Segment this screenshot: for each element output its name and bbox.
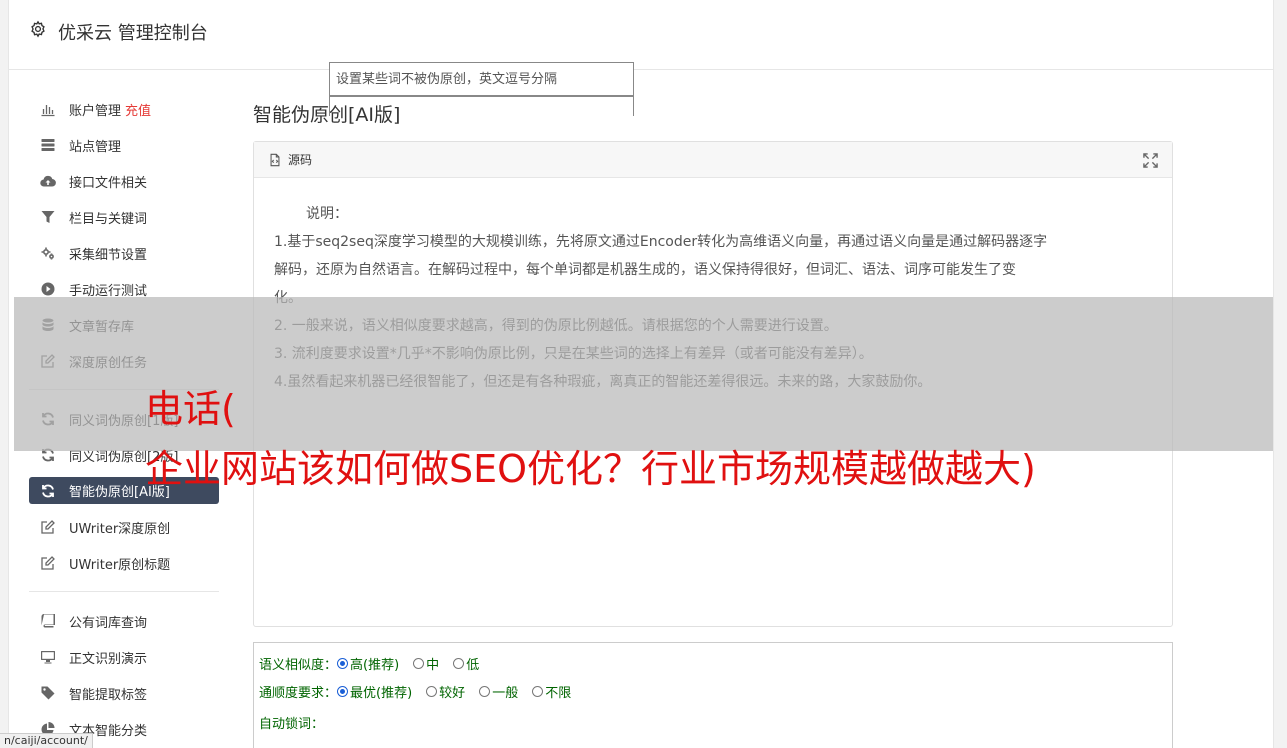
filter-icon: [39, 209, 57, 225]
sidebar-item-label: 同义词伪原创[1版]: [69, 413, 179, 429]
fullscreen-icon[interactable]: [1143, 153, 1158, 168]
sidebar-item-7[interactable]: 深度原创任务: [29, 343, 219, 379]
panel-label: 源码: [288, 153, 313, 167]
sidebar-item-label: UWriter原创标题: [69, 557, 171, 573]
sidebar-item-6[interactable]: 文章暂存库: [29, 307, 219, 343]
fluency-option-any[interactable]: 不限: [532, 682, 571, 701]
refresh-icon: [39, 411, 57, 427]
lock-words-input[interactable]: [329, 62, 634, 96]
sidebar-item-5[interactable]: 手动运行测试: [29, 271, 219, 307]
description-line: 1.基于seq2seq深度学习模型的大规模训练，先将原文通过Encoder转化为…: [274, 234, 1048, 250]
bar-chart-icon: [39, 101, 57, 117]
similarity-option-low[interactable]: 低: [453, 654, 479, 673]
lock-label: 自动锁词：: [259, 717, 325, 732]
similarity-option-high[interactable]: 高(推荐): [337, 654, 399, 673]
sidebar-item-12[interactable]: UWriter原创标题: [29, 545, 219, 581]
source-panel: 源码 说明： 1.基于seq2seq深度学习模型的大规模训练，先将原文通过Enc…: [253, 141, 1173, 627]
panel-header: 源码: [254, 142, 1172, 178]
description-heading: 说明：: [306, 206, 348, 222]
tag-icon: [39, 685, 57, 701]
sidebar-item-14[interactable]: 正文识别演示: [29, 639, 219, 675]
fluency-option-best[interactable]: 最优(推荐): [337, 682, 412, 701]
description-text[interactable]: 说明： 1.基于seq2seq深度学习模型的大规模训练，先将原文通过Encode…: [254, 178, 1172, 396]
edit-icon: [39, 555, 57, 571]
edit-icon: [39, 353, 57, 369]
description-line: 2. 一般来说，语义相似度要求越高，得到的伪原比例越低。请根据您的个人需要进行设…: [274, 318, 838, 334]
sidebar-item-8[interactable]: 同义词伪原创[1版]: [29, 401, 219, 437]
sidebar-item-2[interactable]: 接口文件相关: [29, 163, 219, 199]
book-icon: [39, 613, 57, 629]
database-icon: [39, 317, 57, 333]
top-bar: 优采云 管理控制台: [9, 0, 1273, 70]
sidebar-divider: [29, 591, 219, 592]
refresh-icon: [39, 483, 57, 499]
sidebar-item-label: 文章暂存库: [69, 319, 135, 335]
fluency-label: 通顺度要求：: [259, 686, 338, 701]
sidebar-item-10[interactable]: 智能伪原创[AI版]: [29, 477, 219, 504]
server-icon: [39, 137, 57, 153]
radio[interactable]: [453, 658, 465, 669]
radio[interactable]: [532, 686, 544, 697]
radio[interactable]: [413, 658, 425, 669]
file-code-icon: [270, 153, 280, 166]
radio-selected[interactable]: [337, 686, 349, 697]
radio-selected[interactable]: [337, 658, 349, 669]
sidebar-item-0[interactable]: 账户管理 充值: [29, 91, 219, 127]
sidebar-item-11[interactable]: UWriter深度原创: [29, 509, 219, 545]
settings-form: 语义相似度： 高(推荐) 中 低 通顺度要求： 最优(推荐) 较好 一般 不限 …: [253, 642, 1173, 748]
refresh-icon: [39, 447, 57, 463]
sidebar: 账户管理 充值站点管理接口文件相关 栏目与关键词 采集细节设置 手动运行测试 文章暂存库深…: [29, 91, 219, 747]
cogs-icon: [39, 245, 57, 261]
description-line: 化。: [274, 290, 302, 306]
sidebar-item-label: 站点管理: [69, 139, 122, 155]
sidebar-divider: [29, 389, 219, 390]
sidebar-item-label: 采集细节设置: [69, 247, 148, 263]
sidebar-item-label: 正文识别演示: [69, 651, 148, 667]
fluency-row: 通顺度要求： 最优(推荐) 较好 一般 不限: [259, 682, 585, 701]
lock-row: 自动锁词：: [259, 713, 324, 732]
radio[interactable]: [479, 686, 491, 697]
similarity-option-medium[interactable]: 中: [413, 654, 439, 673]
edit-icon: [39, 519, 57, 535]
sidebar-item-label: 深度原创任务: [69, 355, 148, 371]
play-circle-icon: [39, 281, 57, 297]
sidebar-item-3[interactable]: 栏目与关键词: [29, 199, 219, 235]
sidebar-item-label: 接口文件相关: [69, 175, 148, 191]
sidebar-item-15[interactable]: 智能提取标签: [29, 675, 219, 711]
sidebar-item-label: 公有词库查询: [69, 615, 148, 631]
similarity-row: 语义相似度： 高(推荐) 中 低: [259, 654, 493, 673]
app-title: 优采云 管理控制台: [58, 23, 208, 44]
description-line: 解码，还原为自然语言。在解码过程中，每个单词都是机器生成的，语义保持得很好，但词…: [274, 262, 1016, 278]
fluency-option-good[interactable]: 较好: [426, 682, 465, 701]
sidebar-item-9[interactable]: 同义词伪原创[2版]: [29, 437, 219, 473]
sidebar-item-label: 栏目与关键词: [69, 211, 148, 227]
radio[interactable]: [426, 686, 438, 697]
fluency-option-normal[interactable]: 一般: [479, 682, 518, 701]
status-url: n/caiji/account/: [0, 733, 93, 748]
sidebar-item-label: 同义词伪原创[2版]: [69, 449, 179, 465]
recharge-link[interactable]: 充值: [125, 100, 151, 119]
description-line: 4.虽然看起来机器已经很智能了，但还是有各种瑕疵，离真正的智能还差得很远。未来的…: [274, 374, 932, 390]
sidebar-item-label: UWriter深度原创: [69, 521, 171, 537]
sidebar-item-label: 智能伪原创[AI版]: [69, 485, 170, 500]
description-line: 3. 流利度要求设置*几乎*不影响伪原比例，只是在某些词的选择上有差异（或者可能…: [274, 346, 873, 362]
monitor-icon: [39, 649, 57, 665]
sidebar-item-13[interactable]: 公有词库查询: [29, 603, 219, 639]
sidebar-item-label: 手动运行测试: [69, 283, 148, 299]
second-input[interactable]: [329, 96, 634, 116]
cloud-upload-icon: [39, 173, 57, 189]
sidebar-item-label: 账户管理: [69, 103, 122, 119]
sidebar-item-label: 智能提取标签: [69, 687, 148, 703]
similarity-label: 语义相似度：: [259, 658, 338, 673]
sidebar-item-1[interactable]: 站点管理: [29, 127, 219, 163]
sidebar-item-4[interactable]: 采集细节设置: [29, 235, 219, 271]
gear-icon[interactable]: [29, 20, 47, 38]
